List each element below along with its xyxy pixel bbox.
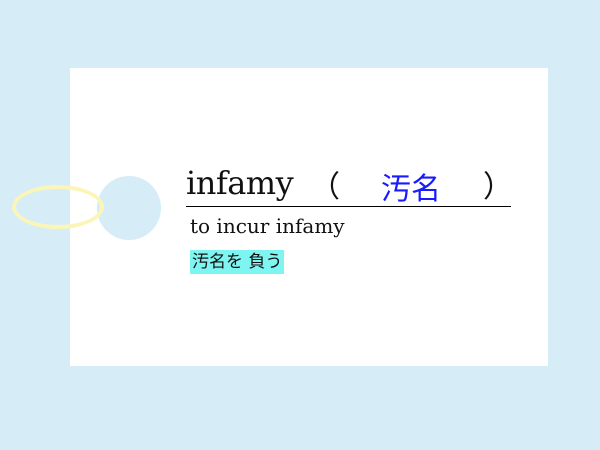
answer-text: 汚名: [381, 172, 441, 207]
example-phrase: to incur infamy: [190, 214, 345, 238]
headline-row: infamy （ 汚名 ）: [186, 160, 513, 207]
card-hole: [97, 176, 161, 240]
binder-ring-icon: [12, 185, 104, 229]
open-paren: （: [310, 170, 340, 205]
close-paren: ）: [483, 170, 513, 205]
example-translation: 汚名を 負う: [190, 250, 285, 274]
vocabulary-word: infamy: [186, 164, 294, 202]
